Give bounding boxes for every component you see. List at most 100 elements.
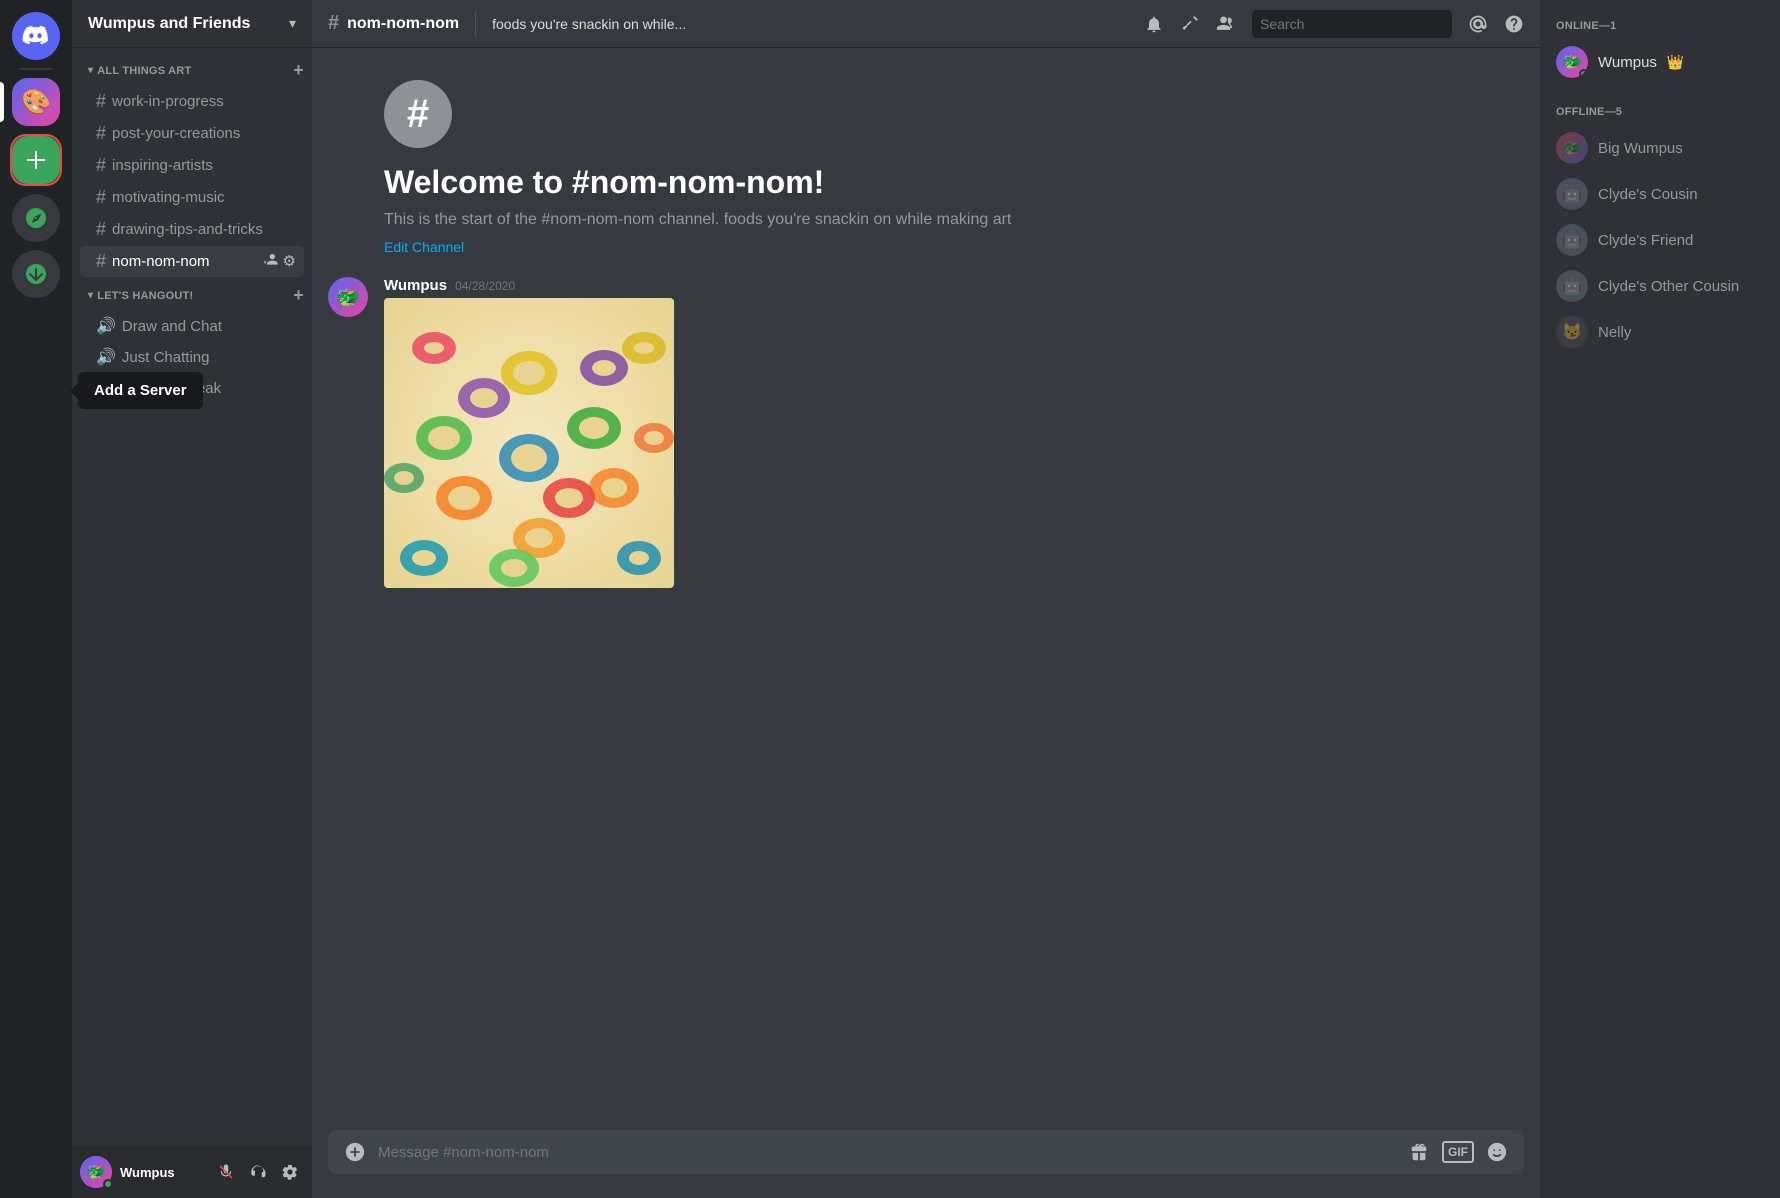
channel-item-motivating-music[interactable]: # motivating-music: [80, 182, 304, 213]
search-box[interactable]: [1252, 10, 1452, 38]
add-icon: [12, 136, 60, 184]
category-header-all-things-art[interactable]: ▾ ALL THINGS ART +: [72, 56, 312, 85]
server-icon-wumpus[interactable]: 🎨: [12, 78, 60, 126]
add-member-icon[interactable]: [263, 252, 279, 272]
category-all-things-art: ▾ ALL THINGS ART + # work-in-progress # …: [72, 56, 312, 277]
hash-symbol: #: [407, 92, 429, 137]
message-image: [384, 298, 674, 588]
member-item-clydes-friend[interactable]: 🤖 Clyde's Friend: [1548, 218, 1772, 262]
add-attachment-button[interactable]: [340, 1137, 370, 1167]
top-bar-channel-name: nom-nom-nom: [347, 15, 459, 33]
welcome-description: This is the start of the #nom-nom-nom ch…: [384, 209, 1524, 231]
category-left: ▾ ALL THINGS ART: [88, 65, 191, 77]
category-add-icon[interactable]: +: [293, 60, 304, 81]
member-name-big-wumpus: Big Wumpus: [1598, 140, 1683, 157]
active-indicator: [0, 82, 4, 122]
channel-name-just-chatting: Just Chatting: [122, 349, 296, 366]
member-avatar-clydes-other-cousin: 🤖: [1556, 270, 1588, 302]
server-icon-explore[interactable]: [12, 194, 60, 242]
hash-icon: #: [96, 187, 106, 208]
settings-icon[interactable]: ⚙: [283, 252, 296, 272]
server-icon-add[interactable]: [10, 134, 62, 186]
channel-name-work-in-progress: work-in-progress: [112, 93, 296, 110]
online-status-dot: [1579, 69, 1588, 78]
voice-icon: 🔊: [96, 347, 116, 367]
channel-item-work-in-progress[interactable]: # work-in-progress: [80, 86, 304, 117]
settings-button[interactable]: [276, 1158, 304, 1186]
voice-icon: 🔊: [96, 316, 116, 336]
add-server-container: Add a Server: [10, 134, 62, 186]
gift-button[interactable]: [1404, 1137, 1434, 1167]
category-arrow-icon: ▾: [88, 290, 93, 301]
message-input-box: GIF: [328, 1130, 1524, 1174]
channel-item-taking-a-break[interactable]: 🔊 Taking a Break: [80, 373, 304, 403]
user-info: Wumpus: [120, 1165, 204, 1180]
member-name-nelly: Nelly: [1598, 324, 1631, 341]
category-lets-hangout: ▾ LET'S HANGOUT! + 🔊 Draw and Chat 🔊 Jus…: [72, 281, 312, 403]
chat-area: # Welcome to #nom-nom-nom! This is the s…: [312, 48, 1540, 1130]
member-item-nelly[interactable]: 😼 Nelly: [1548, 310, 1772, 354]
channel-name-nom-nom-nom: nom-nom-nom: [112, 253, 257, 270]
server-icon-download[interactable]: [12, 250, 60, 298]
channel-welcome-icon: #: [384, 80, 452, 148]
server-name: Wumpus and Friends: [88, 15, 250, 33]
member-item-clydes-cousin[interactable]: 🤖 Clyde's Cousin: [1548, 172, 1772, 216]
channel-action-icons: ⚙: [263, 252, 296, 272]
members-icon[interactable]: [1216, 14, 1236, 34]
top-bar-channel: # nom-nom-nom: [328, 12, 459, 35]
category-label-lets-hangout: LET'S HANGOUT!: [97, 290, 193, 302]
user-avatar: 🐲: [80, 1156, 112, 1188]
emoji-button[interactable]: [1482, 1137, 1512, 1167]
channel-item-nom-nom-nom[interactable]: # nom-nom-nom ⚙: [80, 246, 304, 277]
help-icon[interactable]: [1504, 14, 1524, 34]
category-add-hangout-icon[interactable]: +: [293, 285, 304, 306]
member-name-clydes-friend: Clyde's Friend: [1598, 232, 1693, 249]
crown-icon: 👑: [1667, 54, 1684, 71]
welcome-section: # Welcome to #nom-nom-nom! This is the s…: [312, 64, 1540, 273]
gif-button[interactable]: GIF: [1442, 1141, 1474, 1163]
edit-channel-link[interactable]: Edit Channel: [384, 239, 464, 255]
pin-icon[interactable]: [1180, 14, 1200, 34]
search-input[interactable]: [1260, 16, 1441, 32]
server-icon-home[interactable]: [12, 12, 60, 60]
member-name-clydes-other-cousin: Clyde's Other Cousin: [1598, 278, 1739, 295]
member-item-wumpus[interactable]: 🐲 Wumpus 👑: [1548, 40, 1772, 84]
member-name-clydes-cousin: Clyde's Cousin: [1598, 186, 1698, 203]
member-item-clydes-other-cousin[interactable]: 🤖 Clyde's Other Cousin: [1548, 264, 1772, 308]
top-bar-icons: [1144, 10, 1524, 38]
main-content: # nom-nom-nom foods you're snackin on wh…: [312, 0, 1540, 1198]
channel-item-just-chatting[interactable]: 🔊 Just Chatting: [80, 342, 304, 372]
channel-list: ▾ ALL THINGS ART + # work-in-progress # …: [72, 48, 312, 1146]
channel-item-post-your-creations[interactable]: # post-your-creations: [80, 118, 304, 149]
top-bar-divider: [475, 12, 476, 36]
channel-name-drawing-tips: drawing-tips-and-tricks: [112, 221, 296, 238]
channel-sidebar: Wumpus and Friends ▾ ▾ ALL THINGS ART + …: [72, 0, 312, 1198]
message-username: Wumpus: [384, 277, 447, 294]
server-header[interactable]: Wumpus and Friends ▾: [72, 0, 312, 48]
username-display: Wumpus: [120, 1165, 204, 1180]
user-controls: [212, 1158, 304, 1186]
category-label-all-things-art: ALL THINGS ART: [97, 65, 191, 77]
member-avatar-clydes-cousin: 🤖: [1556, 178, 1588, 210]
member-avatar-nelly: 😼: [1556, 316, 1588, 348]
headset-button[interactable]: [244, 1158, 272, 1186]
category-arrow-icon: ▾: [88, 65, 93, 76]
mute-button[interactable]: [212, 1158, 240, 1186]
channel-name-motivating-music: motivating-music: [112, 189, 296, 206]
channel-name-inspiring-artists: inspiring-artists: [112, 157, 296, 174]
member-item-big-wumpus[interactable]: 🐲 Big Wumpus: [1548, 126, 1772, 170]
category-header-lets-hangout[interactable]: ▾ LET'S HANGOUT! +: [72, 281, 312, 310]
message-avatar: 🐲: [328, 277, 368, 317]
message-header: Wumpus 04/28/2020: [384, 277, 1524, 294]
server-divider: [20, 68, 52, 70]
channel-item-inspiring-artists[interactable]: # inspiring-artists: [80, 150, 304, 181]
channel-item-draw-and-chat[interactable]: 🔊 Draw and Chat: [80, 311, 304, 341]
message-input-area: GIF: [312, 1130, 1540, 1198]
channel-item-drawing-tips[interactable]: # drawing-tips-and-tricks: [80, 214, 304, 245]
notification-bell-icon[interactable]: [1144, 14, 1164, 34]
at-icon[interactable]: [1468, 14, 1488, 34]
voice-icon: 🔊: [96, 378, 116, 398]
hash-icon: #: [96, 91, 106, 112]
message-input[interactable]: [378, 1136, 1396, 1169]
chevron-down-icon: ▾: [289, 15, 296, 32]
